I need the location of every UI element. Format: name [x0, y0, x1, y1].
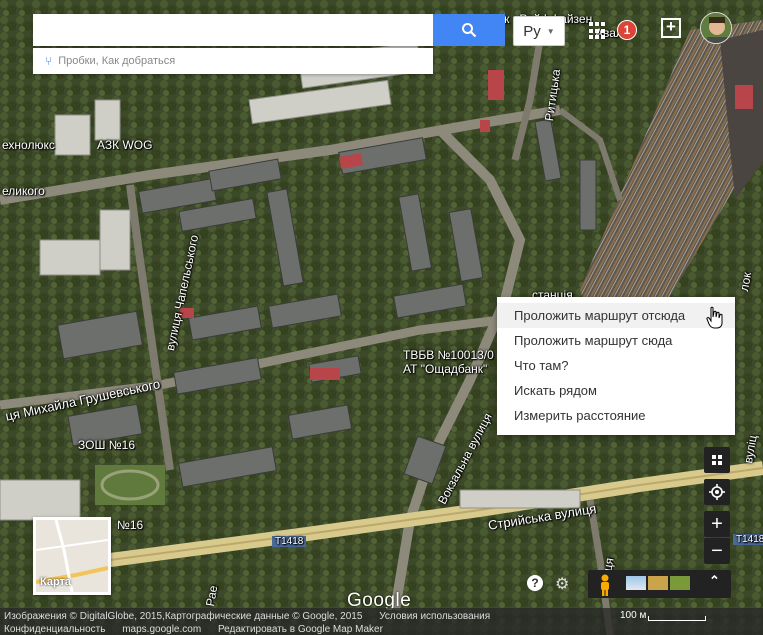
menu-item-measure-distance[interactable]: Измерить расстояние [497, 403, 735, 428]
menu-item-whats-here[interactable]: Что там? [497, 353, 735, 378]
menu-item-search-nearby[interactable]: Искать рядом [497, 378, 735, 403]
notifications-badge[interactable]: 1 [617, 20, 637, 40]
label-azk-wog[interactable]: АЗК WOG [97, 138, 152, 152]
suggestion-text: Пробки, Как добраться [58, 55, 176, 67]
layers-icon [712, 455, 722, 465]
avatar[interactable] [700, 12, 732, 44]
plus-icon: + [711, 512, 723, 535]
gear-icon[interactable]: ⚙ [555, 574, 569, 594]
directions-suggestion[interactable]: ⑂ Пробки, Как добраться [33, 48, 433, 74]
map-maker-link[interactable]: Редактировать в Google Map Maker [218, 624, 383, 635]
scale-label[interactable]: 100 м [620, 610, 646, 621]
help-icon[interactable]: ? [527, 575, 543, 591]
road-shield-t1418-right: Т1418 [733, 534, 763, 545]
my-location-button[interactable] [704, 479, 730, 505]
minus-icon: − [711, 539, 723, 562]
context-menu: Проложить маршрут отсюда Проложить маршр… [497, 297, 735, 435]
terms-link[interactable]: Условия использования [379, 611, 490, 622]
label-oshchadbank[interactable]: АТ "Ощадбанк" [403, 362, 487, 376]
minimap-toggle[interactable]: Карта [33, 517, 111, 595]
privacy-link[interactable]: Конфиденциальность [4, 624, 105, 635]
imagery-thumb-satellite[interactable] [670, 576, 690, 590]
search-icon [462, 23, 477, 38]
chevron-up-icon[interactable]: ⌃ [709, 573, 720, 589]
chevron-down-icon: ▼ [546, 26, 555, 36]
language-selector[interactable]: Ру ▼ [513, 16, 565, 46]
menu-item-directions-from[interactable]: Проложить маршрут отсюда [497, 303, 735, 328]
scale-bar [648, 616, 706, 621]
layers-button[interactable] [704, 447, 730, 473]
footer: Изображения © DigitalGlobe, 2015,Картогр… [0, 608, 763, 635]
pegman-icon[interactable] [598, 574, 612, 596]
my-location-icon [709, 484, 725, 500]
label-tehnolux[interactable]: ехнолюкс [2, 138, 55, 152]
road-shield-t1418: Т1418 [272, 536, 307, 547]
hand-cursor-icon [706, 306, 723, 329]
search-button[interactable] [433, 14, 505, 46]
imagery-thumb-sky[interactable] [626, 576, 646, 590]
label-school-16[interactable]: ЗОШ №16 [78, 438, 135, 452]
zoom-out-button[interactable]: − [704, 538, 730, 564]
imagery-attribution: Изображения © DigitalGlobe, 2015,Картогр… [4, 611, 363, 622]
search-input[interactable] [33, 14, 433, 46]
apps-grid-icon[interactable] [589, 22, 607, 40]
directions-fork-icon: ⑂ [45, 54, 53, 68]
zoom-in-button[interactable]: + [704, 511, 730, 537]
site-link[interactable]: maps.google.com [122, 624, 201, 635]
minimap-label: Карта [40, 576, 72, 588]
menu-item-directions-to[interactable]: Проложить маршрут сюда [497, 328, 735, 353]
language-label: Ру [523, 22, 541, 40]
imagery-thumb-terrain[interactable] [648, 576, 668, 590]
add-box-icon[interactable]: + [661, 18, 681, 38]
label-tvbv-bank[interactable]: ТВБВ №10013/0 [403, 348, 494, 362]
label-velykogo: еликого [2, 184, 45, 198]
label-n16[interactable]: №16 [117, 518, 143, 532]
search-box[interactable] [33, 14, 433, 46]
